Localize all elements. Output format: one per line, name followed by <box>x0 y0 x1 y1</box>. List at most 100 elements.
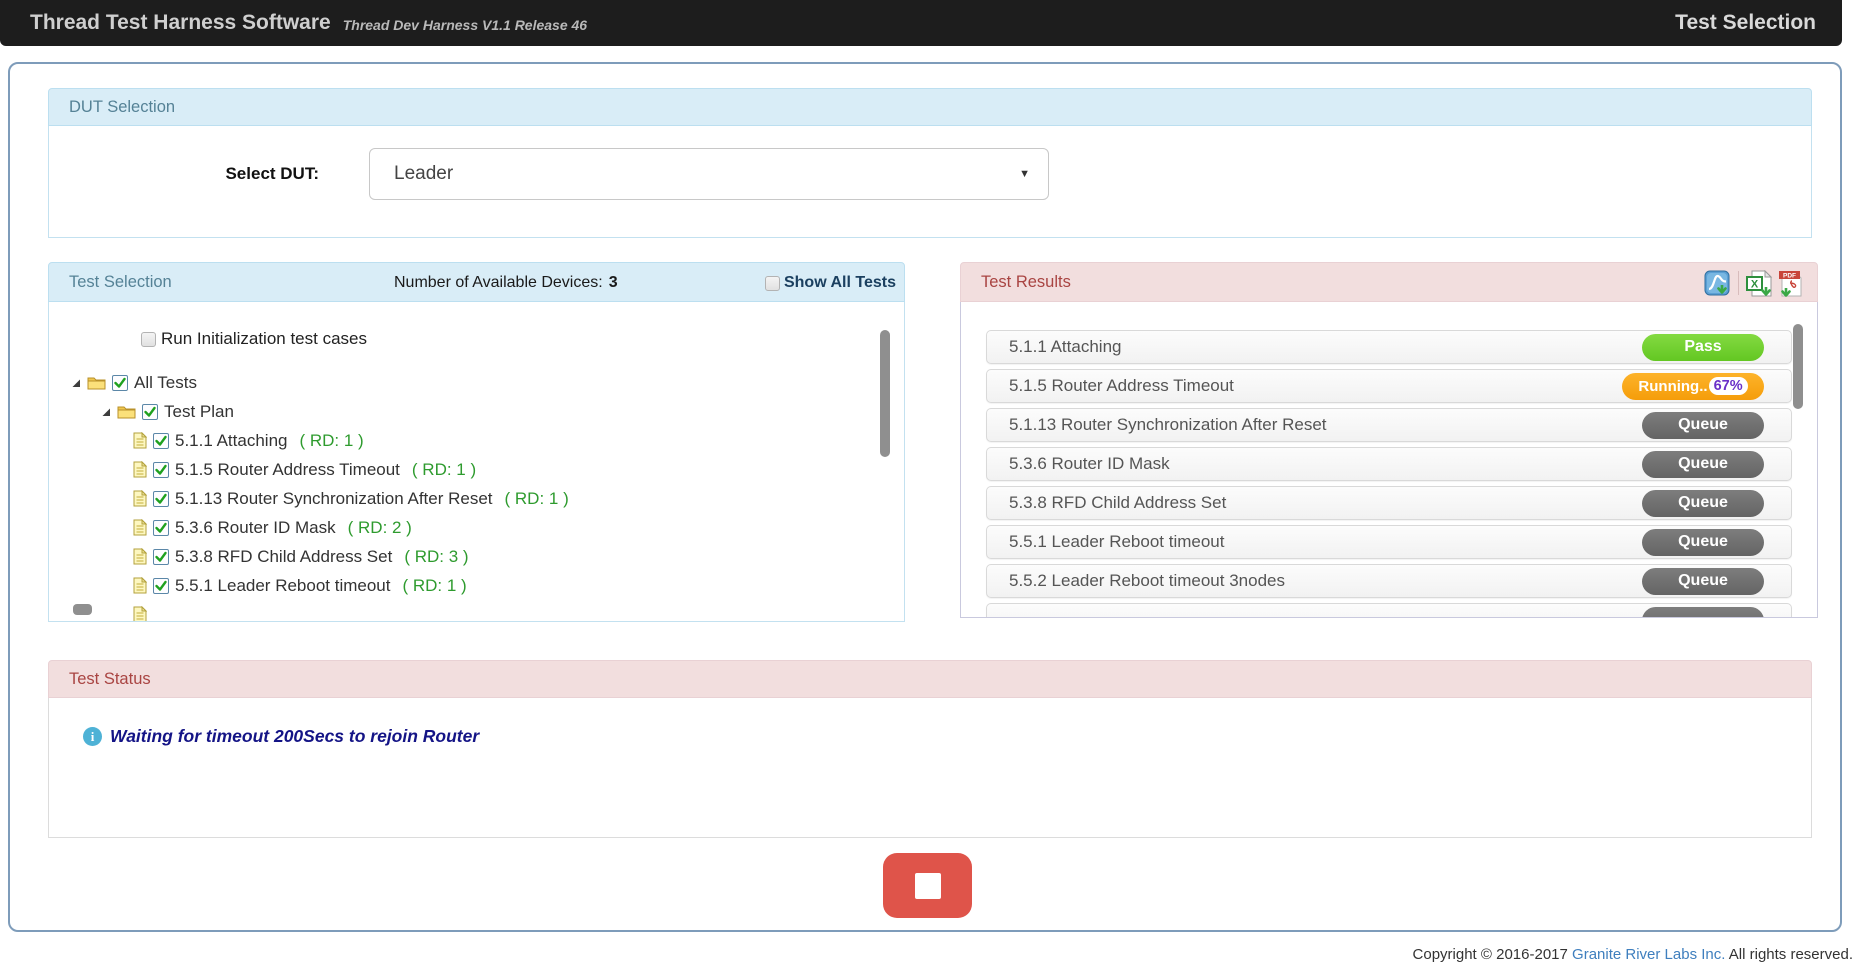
app-version: Thread Dev Harness V1.1 Release 46 <box>343 17 587 33</box>
tree-item-rd: ( RD: 3 ) <box>404 547 468 567</box>
tree-checkbox[interactable] <box>153 549 169 565</box>
test-status-panel: Test Status i Waiting for timeout 200Sec… <box>48 660 1812 838</box>
test-selection-header: Test Selection Number of Available Devic… <box>48 262 905 302</box>
result-row[interactable]: 5.1.13 Router Synchronization After Rese… <box>986 408 1792 442</box>
dut-selection-body: Select DUT: Leader ▼ <box>48 126 1812 238</box>
toolbar-divider <box>1738 271 1739 295</box>
select-dut-label: Select DUT: <box>169 164 319 184</box>
dut-selection-header: DUT Selection <box>48 88 1812 126</box>
horizontal-scrollbar[interactable] <box>73 604 92 615</box>
document-icon <box>133 432 147 449</box>
show-all-tests-checkbox[interactable] <box>765 276 780 291</box>
status-badge-queue <box>1642 607 1764 619</box>
status-badge-queue: Queue <box>1642 412 1764 439</box>
result-row[interactable]: 5.3.8 RFD Child Address Set Queue <box>986 486 1792 520</box>
info-icon: i <box>83 727 102 746</box>
test-results-header: Test Results X <box>960 262 1818 302</box>
tree-item-label: 5.1.1 Attaching <box>175 431 287 451</box>
folder-icon <box>117 404 136 419</box>
result-row[interactable]: 5.3.6 Router ID Mask Queue <box>986 447 1792 481</box>
test-status-header: Test Status <box>48 660 1812 698</box>
tree-checkbox[interactable] <box>153 578 169 594</box>
dut-selection-title: DUT Selection <box>69 98 175 117</box>
tree-item-label: 5.3.6 Router ID Mask <box>175 518 336 538</box>
tree-item-rd: ( RD: 1 ) <box>402 576 466 596</box>
tree-item-rd: ( RD: 1 ) <box>299 431 363 451</box>
tree-checkbox[interactable] <box>153 462 169 478</box>
vertical-scrollbar[interactable] <box>880 330 890 457</box>
dut-select[interactable]: Leader ▼ <box>369 148 1049 200</box>
tree-item[interactable]: 5.3.8 RFD Child Address Set ( RD: 3 ) <box>49 542 904 571</box>
granite-river-labs-link[interactable]: Granite River Labs Inc. <box>1572 946 1725 963</box>
tree-item[interactable]: 5.1.13 Router Synchronization After Rese… <box>49 484 904 513</box>
devices-count: 3 <box>609 274 618 292</box>
dut-selection-panel: DUT Selection Select DUT: Leader ▼ <box>48 88 1812 238</box>
tree-node-test-plan[interactable]: Test Plan <box>49 397 904 426</box>
show-all-tests-toggle[interactable]: Show All Tests <box>765 263 896 303</box>
test-results-body: 5.1.1 Attaching Pass 5.1.5 Router Addres… <box>960 302 1818 618</box>
tree-node-all-tests[interactable]: All Tests <box>49 368 904 397</box>
test-results-panel: Test Results X <box>960 262 1818 618</box>
tree-item-label: 5.1.13 Router Synchronization After Rese… <box>175 489 493 509</box>
svg-text:PDF: PDF <box>1783 272 1796 279</box>
tree-item[interactable]: 5.1.5 Router Address Timeout ( RD: 1 ) <box>49 455 904 484</box>
test-tree: All Tests Test Plan 5.1.1 Attaching ( RD… <box>49 368 904 622</box>
test-status-title: Test Status <box>69 670 151 689</box>
main-container: DUT Selection Select DUT: Leader ▼ Test … <box>8 62 1842 932</box>
tree-checkbox[interactable] <box>142 404 158 420</box>
document-icon <box>133 461 147 478</box>
export-toolbar: X PDF <box>1704 263 1805 303</box>
tree-checkbox[interactable] <box>153 491 169 507</box>
svg-text:X: X <box>1751 278 1759 290</box>
vertical-scrollbar[interactable] <box>1793 324 1803 409</box>
app-title-bar: Thread Test Harness Software Thread Dev … <box>0 0 1842 46</box>
expand-caret-icon[interactable] <box>101 407 111 417</box>
document-icon <box>133 490 147 507</box>
tree-item[interactable]: 5.5.1 Leader Reboot timeout ( RD: 1 ) <box>49 571 904 600</box>
status-badge-queue: Queue <box>1642 568 1764 595</box>
document-icon <box>133 606 147 622</box>
copyright-footer: Copyright © 2016-2017 Granite River Labs… <box>1413 946 1853 963</box>
tree-node-label: All Tests <box>134 373 197 393</box>
tree-checkbox[interactable] <box>112 375 128 391</box>
page-title: Test Selection <box>1675 11 1816 35</box>
stop-icon <box>915 873 941 899</box>
stop-button[interactable] <box>883 853 972 918</box>
status-message: Waiting for timeout 200Secs to rejoin Ro… <box>110 726 479 747</box>
tree-checkbox[interactable] <box>153 433 169 449</box>
run-initialization-label: Run Initialization test cases <box>161 329 367 349</box>
app-title: Thread Test Harness Software <box>30 11 331 35</box>
test-selection-title: Test Selection <box>69 273 172 292</box>
test-results-title: Test Results <box>981 273 1071 292</box>
status-badge-running: Running.. 67% <box>1622 373 1764 400</box>
tree-item[interactable]: 5.3.6 Router ID Mask ( RD: 2 ) <box>49 513 904 542</box>
devices-count-text: Number of Available Devices: 3 <box>394 263 618 303</box>
result-row[interactable]: 5.5.2 Leader Reboot timeout 3nodes Queue <box>986 564 1792 598</box>
result-row[interactable]: 5.5.1 Leader Reboot timeout Queue <box>986 525 1792 559</box>
tree-item[interactable]: 5.1.1 Attaching ( RD: 1 ) <box>49 426 904 455</box>
status-badge-queue: Queue <box>1642 451 1764 478</box>
tree-item-rd: ( RD: 2 ) <box>348 518 412 538</box>
tree-item-label: 5.3.8 RFD Child Address Set <box>175 547 392 567</box>
dut-select-value: Leader <box>394 163 453 185</box>
tree-node-label: Test Plan <box>164 402 234 422</box>
status-badge-queue: Queue <box>1642 490 1764 517</box>
folder-icon <box>87 375 106 390</box>
excel-export-icon[interactable]: X <box>1746 270 1773 297</box>
progress-percent: 67% <box>1709 377 1748 395</box>
expand-caret-icon[interactable] <box>71 378 81 388</box>
run-initialization-checkbox[interactable] <box>141 332 156 347</box>
tree-item-label: 5.5.1 Leader Reboot timeout <box>175 576 390 596</box>
chart-export-icon[interactable] <box>1704 270 1731 297</box>
tree-checkbox[interactable] <box>153 520 169 536</box>
tree-item-rd: ( RD: 1 ) <box>505 489 569 509</box>
run-initialization-option[interactable]: Run Initialization test cases <box>141 326 904 352</box>
test-selection-body: Run Initialization test cases All Tests … <box>48 302 905 622</box>
pdf-export-icon[interactable]: PDF <box>1778 270 1805 297</box>
result-row[interactable]: 5.1.1 Attaching Pass <box>986 330 1792 364</box>
status-badge-pass: Pass <box>1642 334 1764 361</box>
status-badge-queue: Queue <box>1642 529 1764 556</box>
status-message-line: i Waiting for timeout 200Secs to rejoin … <box>83 726 479 747</box>
tree-item-label: 5.1.5 Router Address Timeout <box>175 460 400 480</box>
result-row[interactable]: 5.1.5 Router Address Timeout Running.. 6… <box>986 369 1792 403</box>
